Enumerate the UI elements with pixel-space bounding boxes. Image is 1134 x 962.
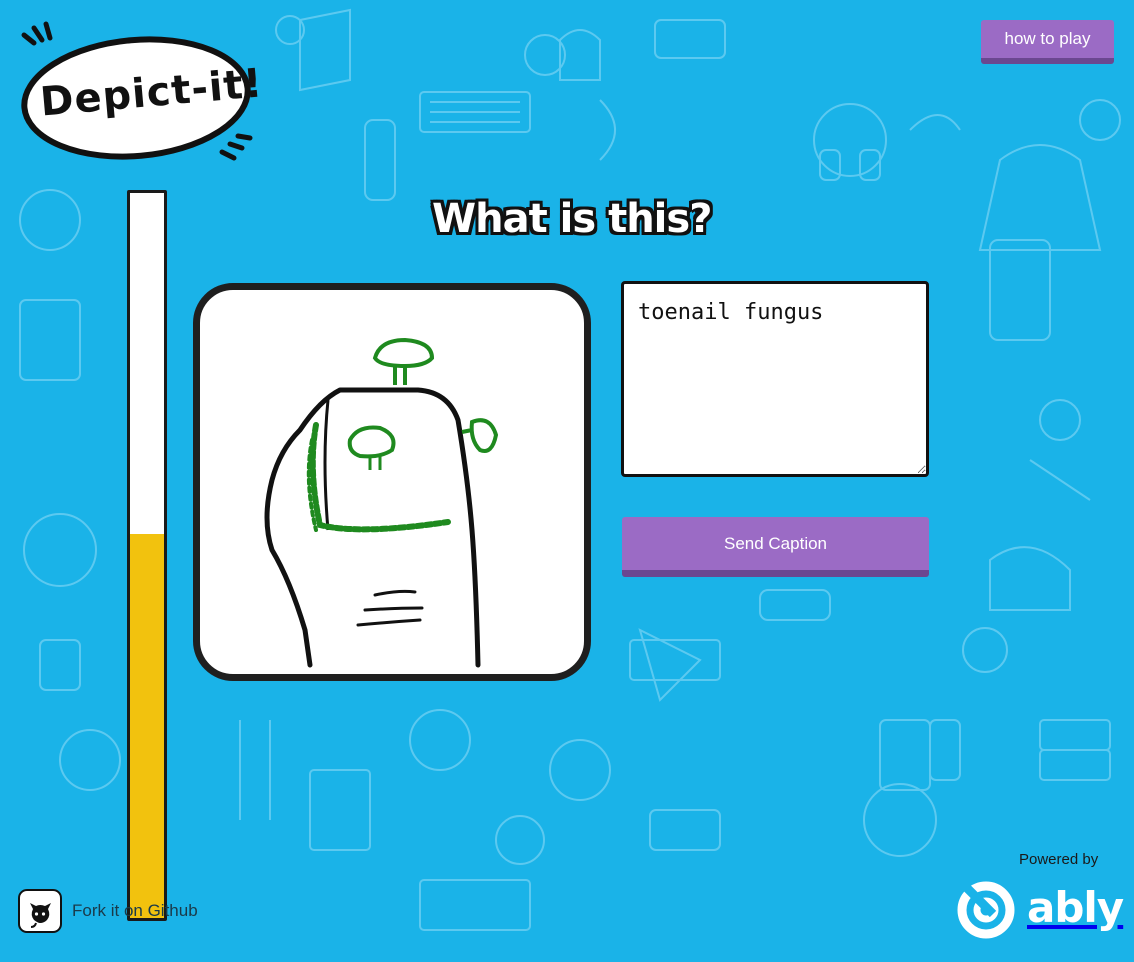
github-octocat-icon	[18, 889, 62, 933]
github-link-label: Fork it on Github	[72, 901, 198, 920]
timer-fill	[130, 533, 164, 918]
powered-by-label: Powered by	[1019, 851, 1099, 868]
ably-brand-link[interactable]: ably	[953, 874, 1124, 940]
ably-logo-icon	[957, 880, 1015, 939]
send-caption-button[interactable]: Send Caption	[622, 517, 929, 577]
github-link[interactable]: Fork it on Github	[18, 889, 198, 933]
drawing-canvas	[193, 283, 591, 681]
how-to-play-button[interactable]: how to play	[981, 20, 1114, 64]
caption-input[interactable]	[621, 281, 929, 477]
ably-wordmark: ably	[1027, 882, 1124, 932]
drawing-image	[264, 337, 499, 668]
timer-bar	[127, 190, 167, 921]
question-heading: What is this?	[432, 196, 712, 242]
